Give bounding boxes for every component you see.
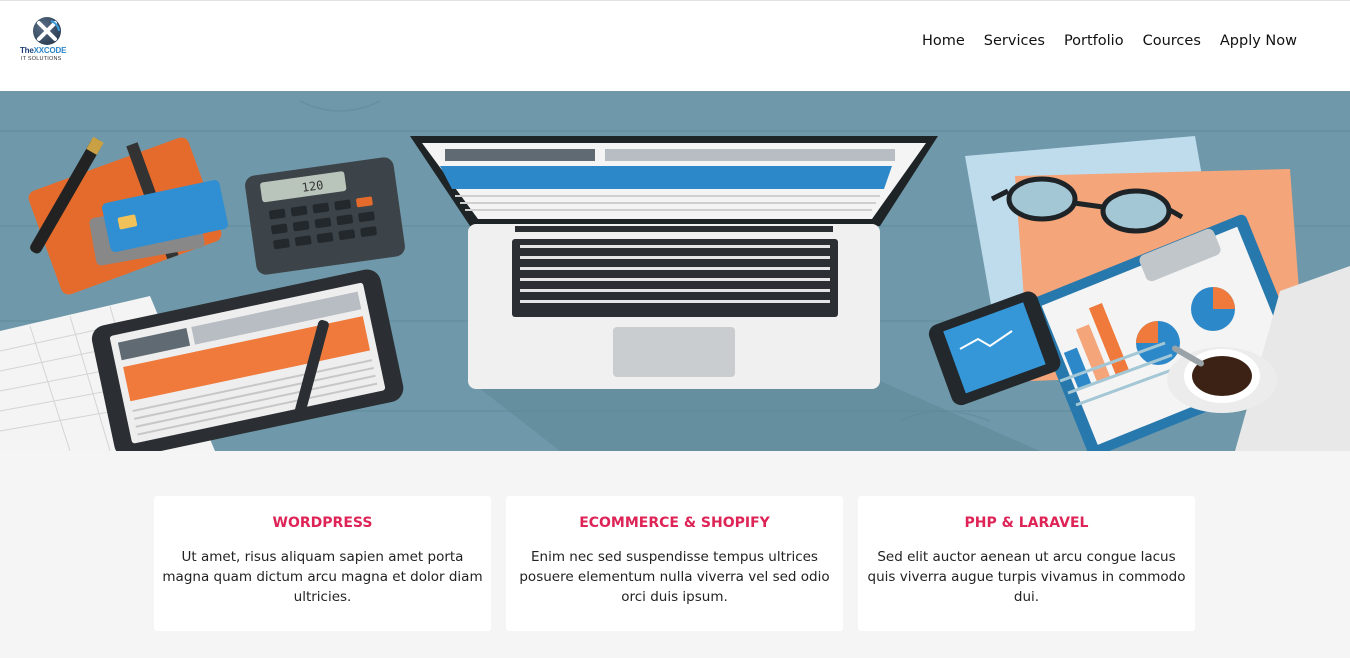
- laptop-icon: [410, 136, 938, 389]
- nav-apply-now[interactable]: Apply Now: [1220, 33, 1297, 49]
- nav-home[interactable]: Home: [922, 33, 965, 49]
- card-title: PHP & LARAVEL: [964, 515, 1089, 531]
- logo-name: TheXXCODE: [20, 46, 67, 55]
- hero-illustration: 120: [0, 91, 1350, 451]
- nav-services[interactable]: Services: [984, 33, 1045, 49]
- nav-portfolio[interactable]: Portfolio: [1064, 33, 1124, 49]
- card-text: Ut amet, risus aliquam sapien amet porta…: [162, 549, 483, 605]
- card-title: WORDPRESS: [272, 515, 373, 531]
- logo-subtitle: IT SOLUTIONS: [21, 56, 62, 62]
- site-logo[interactable]: TheXXCODE IT SOLUTIONS: [20, 17, 80, 67]
- calculator-icon: 120: [245, 157, 405, 275]
- service-card-php-laravel: PHP & LARAVEL Sed elit auctor aenean ut …: [858, 496, 1195, 631]
- service-cards: WORDPRESS Ut amet, risus aliquam sapien …: [154, 496, 1195, 631]
- service-card-ecommerce: ECOMMERCE & SHOPIFY Enim nec sed suspend…: [506, 496, 843, 631]
- service-card-wordpress: WORDPRESS Ut amet, risus aliquam sapien …: [154, 496, 491, 631]
- site-header: TheXXCODE IT SOLUTIONS Home Services Por…: [0, 0, 1350, 91]
- main-nav: Home Services Portfolio Cources Apply No…: [922, 33, 1297, 49]
- card-text: Sed elit auctor aenean ut arcu congue la…: [867, 549, 1186, 605]
- card-title: ECOMMERCE & SHOPIFY: [579, 515, 770, 531]
- nav-cources[interactable]: Cources: [1143, 33, 1201, 49]
- card-text: Enim nec sed suspendisse tempus ultrices…: [519, 549, 830, 605]
- logo-x-icon: [33, 17, 61, 45]
- hero-banner: 120: [0, 91, 1350, 451]
- calculator-display: 120: [301, 178, 324, 195]
